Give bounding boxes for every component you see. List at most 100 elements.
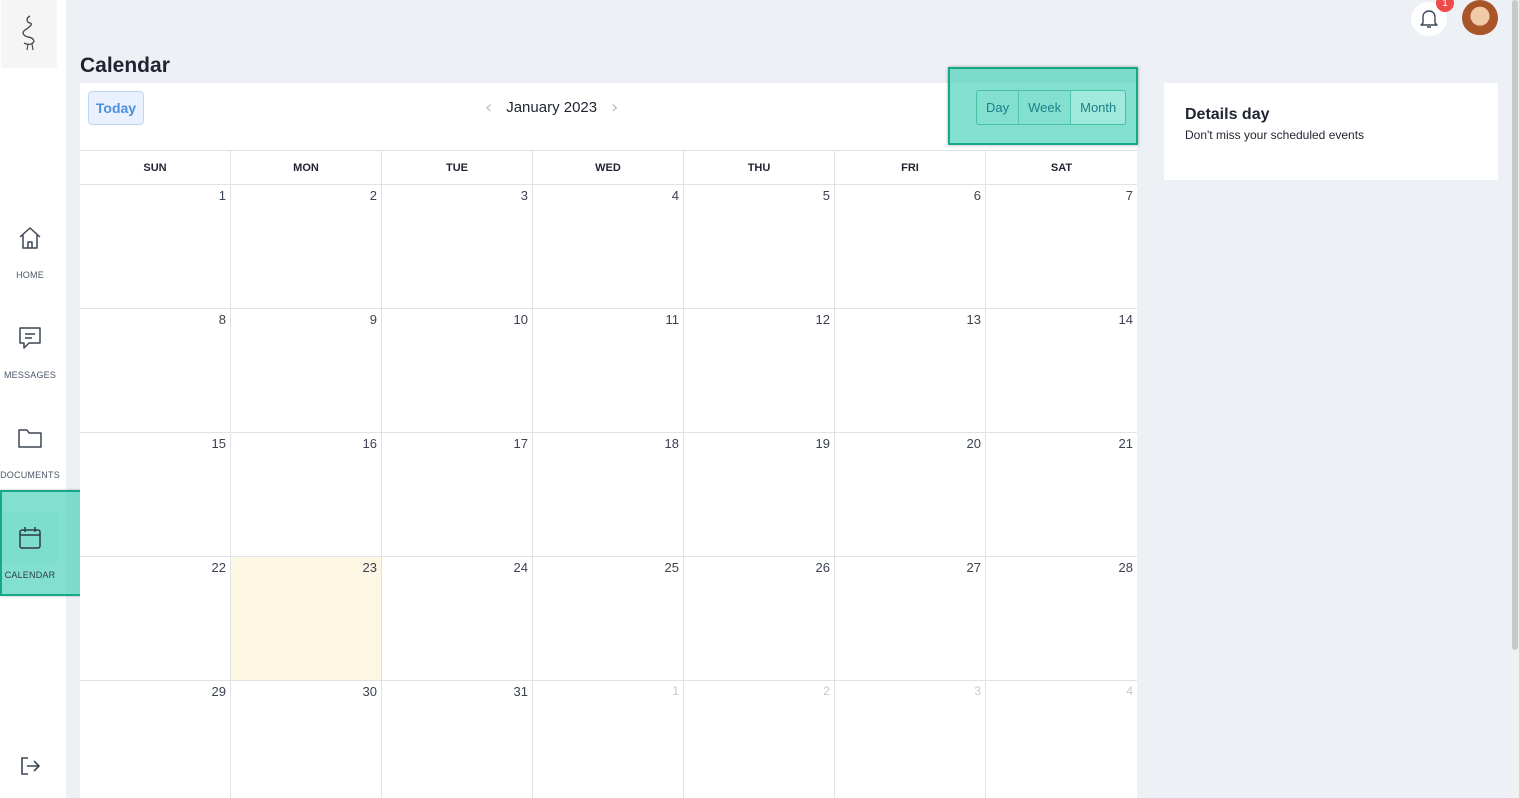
calendar-panel: Today ‹ January 2023 › Day Week Month SU… bbox=[80, 67, 1138, 798]
weekday-header: SUN bbox=[80, 151, 231, 184]
details-day-card: Details day Don't miss your scheduled ev… bbox=[1164, 83, 1498, 180]
day-number: 22 bbox=[211, 560, 226, 575]
day-number: 28 bbox=[1118, 560, 1133, 575]
sidebar-item-home[interactable]: HOME bbox=[0, 212, 60, 280]
sidebar-item-label: HOME bbox=[16, 270, 44, 280]
day-number: 27 bbox=[966, 560, 981, 575]
day-cell[interactable]: 30 bbox=[231, 681, 382, 798]
day-cell[interactable]: 8 bbox=[80, 309, 231, 432]
message-icon bbox=[19, 327, 41, 349]
day-cell[interactable]: 15 bbox=[80, 433, 231, 556]
day-cell[interactable]: 28 bbox=[986, 557, 1137, 680]
day-cell[interactable]: 10 bbox=[382, 309, 533, 432]
message-icon-box bbox=[2, 312, 58, 364]
sidebar-item-documents[interactable]: DOCUMENTS bbox=[0, 412, 60, 480]
day-number: 11 bbox=[665, 312, 680, 327]
day-cell[interactable]: 7 bbox=[986, 185, 1137, 308]
day-number: 26 bbox=[815, 560, 830, 575]
day-cell[interactable]: 20 bbox=[835, 433, 986, 556]
sidebar-item-label: MESSAGES bbox=[3, 370, 57, 380]
chevron-left-icon[interactable]: ‹ bbox=[485, 97, 492, 118]
scrollbar-thumb[interactable] bbox=[1512, 0, 1518, 650]
day-number: 24 bbox=[513, 560, 528, 575]
notification-badge: 1 bbox=[1436, 0, 1454, 12]
day-cell[interactable]: 31 bbox=[382, 681, 533, 798]
day-cell-today[interactable]: 23 bbox=[231, 557, 382, 680]
day-number: 18 bbox=[664, 436, 679, 451]
home-icon bbox=[19, 227, 41, 249]
day-cell[interactable]: 25 bbox=[533, 557, 684, 680]
weekday-header: SAT bbox=[1050, 161, 1073, 174]
day-cell[interactable]: 2 bbox=[231, 185, 382, 308]
day-number: 1 bbox=[672, 684, 679, 698]
day-cell[interactable]: 19 bbox=[684, 433, 835, 556]
weekday-header: TUE bbox=[382, 151, 533, 184]
day-cell[interactable]: 5 bbox=[684, 185, 835, 308]
day-cell[interactable]: 17 bbox=[382, 433, 533, 556]
logout-button[interactable] bbox=[18, 754, 44, 778]
day-number: 31 bbox=[513, 684, 528, 699]
day-cell[interactable]: 26 bbox=[684, 557, 835, 680]
day-cell-next-month[interactable]: 1 bbox=[533, 681, 684, 798]
day-number: 25 bbox=[664, 560, 679, 575]
weekday-header: FRI bbox=[835, 151, 986, 184]
day-cell[interactable]: 18 bbox=[533, 433, 684, 556]
day-cell[interactable]: 22 bbox=[80, 557, 231, 680]
month-label: January 2023 bbox=[506, 99, 598, 116]
day-cell-next-month[interactable]: 2 bbox=[684, 681, 835, 798]
avatar[interactable] bbox=[1462, 0, 1498, 36]
folder-icon-box bbox=[2, 412, 58, 464]
day-number: 6 bbox=[973, 188, 981, 203]
day-number: 13 bbox=[966, 312, 981, 327]
chevron-right-icon[interactable]: › bbox=[611, 97, 618, 118]
day-cell[interactable]: 4 bbox=[533, 185, 684, 308]
home-icon-box bbox=[2, 212, 58, 264]
day-number: 5 bbox=[822, 188, 830, 203]
day-number: 16 bbox=[362, 436, 377, 451]
day-number: 23 bbox=[362, 560, 377, 575]
week-row: 29 30 31 1 2 3 4 bbox=[80, 681, 1137, 798]
week-row: 8 9 10 11 12 13 14 bbox=[80, 309, 1137, 433]
view-month-button[interactable]: Month bbox=[1071, 91, 1126, 124]
day-cell[interactable]: 14 bbox=[986, 309, 1137, 432]
day-cell[interactable]: 12 bbox=[684, 309, 835, 432]
day-number: 8 bbox=[218, 312, 226, 327]
day-cell[interactable]: 6 bbox=[835, 185, 986, 308]
day-cell[interactable]: 9 bbox=[231, 309, 382, 432]
day-cell[interactable]: 27 bbox=[835, 557, 986, 680]
day-cell[interactable]: 3 bbox=[382, 185, 533, 308]
page-scrollbar[interactable] bbox=[1511, 0, 1519, 798]
details-subtitle: Don't miss your scheduled events bbox=[1185, 128, 1365, 142]
week-row: 22 23 24 25 26 27 28 bbox=[80, 557, 1137, 681]
weekday-header: THU bbox=[684, 151, 835, 184]
today-button[interactable]: Today bbox=[88, 91, 144, 125]
day-cell[interactable]: 13 bbox=[835, 309, 986, 432]
day-cell-next-month[interactable]: 3 bbox=[835, 681, 986, 798]
day-cell[interactable]: 11 bbox=[533, 309, 684, 432]
view-day-button[interactable]: Day bbox=[977, 91, 1020, 124]
sidebar-item-messages[interactable]: MESSAGES bbox=[0, 312, 60, 380]
day-number: 20 bbox=[966, 436, 981, 451]
day-cell-next-month[interactable]: 4 bbox=[986, 681, 1137, 798]
day-number: 2 bbox=[823, 684, 830, 698]
sidebar-item-calendar[interactable]: CALENDAR bbox=[0, 512, 60, 580]
details-title: Details day bbox=[1185, 106, 1270, 123]
day-number: 9 bbox=[369, 312, 377, 327]
day-cell[interactable]: 29 bbox=[80, 681, 231, 798]
view-week-button[interactable]: Week bbox=[1019, 91, 1072, 124]
day-number: 4 bbox=[1126, 684, 1133, 698]
day-number: 29 bbox=[211, 684, 226, 699]
day-number: 3 bbox=[520, 188, 528, 203]
day-cell[interactable]: 21 bbox=[986, 433, 1137, 556]
day-cell[interactable]: 16 bbox=[231, 433, 382, 556]
day-number: 17 bbox=[513, 436, 528, 451]
day-number: 3 bbox=[974, 684, 981, 698]
day-cell[interactable]: 1 bbox=[80, 185, 231, 308]
day-number: 19 bbox=[815, 436, 830, 451]
page-title: Calendar bbox=[80, 54, 170, 77]
logout-icon bbox=[21, 757, 40, 775]
app-logo[interactable] bbox=[1, 0, 57, 68]
sidebar-item-label: DOCUMENTS bbox=[0, 470, 60, 480]
day-cell[interactable]: 24 bbox=[382, 557, 533, 680]
weekday-header: MON bbox=[231, 151, 382, 184]
